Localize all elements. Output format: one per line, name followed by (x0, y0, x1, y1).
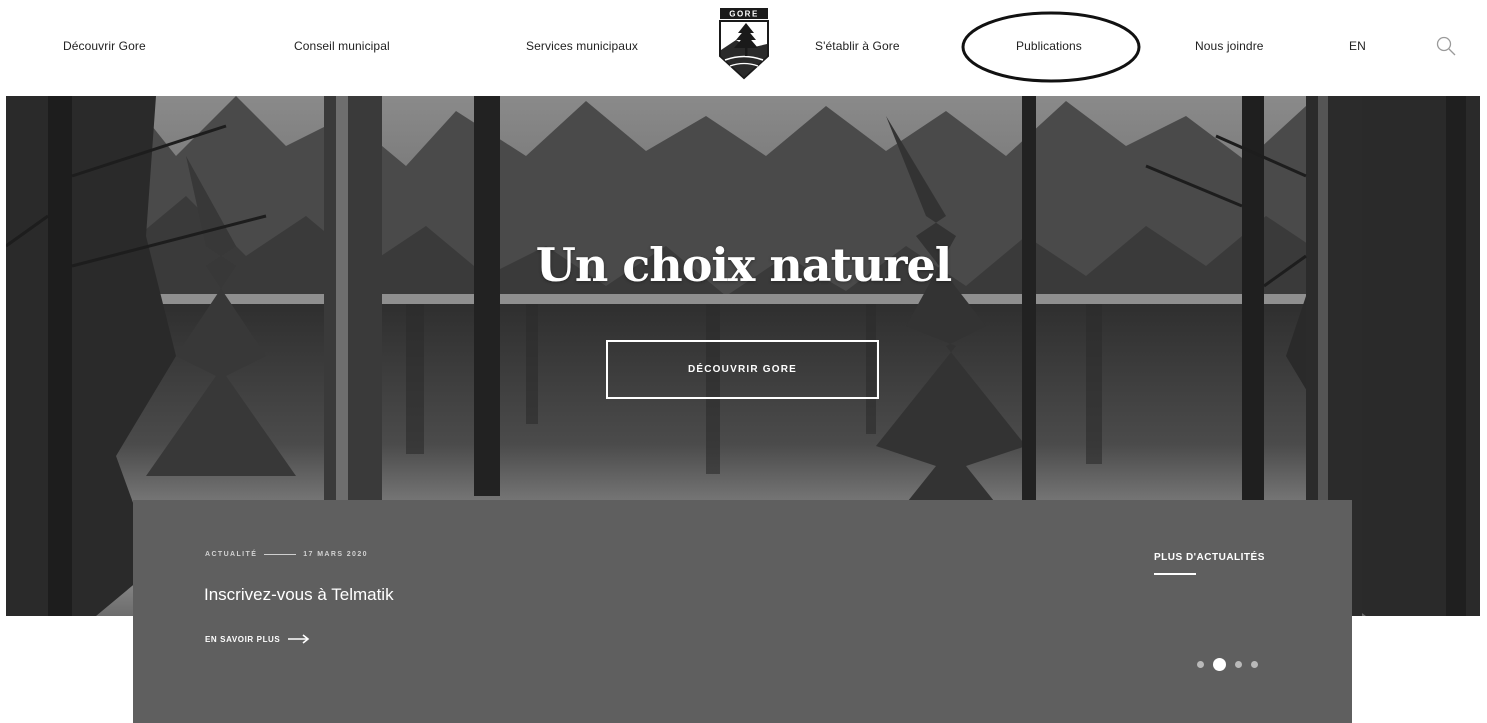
nav-decouvrir-gore[interactable]: Découvrir Gore (63, 39, 146, 53)
carousel-dots (1197, 658, 1258, 671)
carousel-dot-2[interactable] (1213, 658, 1226, 671)
news-date: 17 MARS 2020 (303, 551, 368, 558)
nav-s-etablir-a-gore[interactable]: S'établir à Gore (815, 39, 900, 53)
nav-conseil-municipal[interactable]: Conseil municipal (294, 39, 390, 53)
arrow-right-icon (288, 634, 310, 644)
more-news-link[interactable]: PLUS D'ACTUALITÉS (1154, 552, 1265, 563)
carousel-dot-4[interactable] (1251, 661, 1258, 668)
discover-gore-button[interactable]: DÉCOUVRIR GORE (606, 340, 879, 399)
language-switch[interactable]: EN (1349, 39, 1366, 53)
more-news-underline (1154, 573, 1196, 575)
news-title[interactable]: Inscrivez-vous à Telmatik (204, 585, 394, 605)
read-more-label: EN SAVOIR PLUS (205, 634, 281, 644)
news-meta: ACTUALITÉ 17 MARS 2020 (205, 551, 368, 558)
nav-nous-joindre[interactable]: Nous joindre (1195, 39, 1264, 53)
read-more-link[interactable]: EN SAVOIR PLUS (205, 634, 310, 644)
news-category: ACTUALITÉ (205, 551, 258, 558)
carousel-dot-1[interactable] (1197, 661, 1204, 668)
logo-text: GORE (729, 10, 759, 19)
nav-publications[interactable]: Publications (1016, 39, 1082, 53)
site-header: Découvrir Gore Conseil municipal Service… (0, 0, 1487, 96)
gore-logo[interactable]: GORE (716, 6, 772, 82)
nav-services-municipaux[interactable]: Services municipaux (526, 39, 638, 53)
search-icon[interactable] (1434, 34, 1458, 58)
news-panel: ACTUALITÉ 17 MARS 2020 Inscrivez-vous à … (133, 500, 1352, 723)
carousel-dot-3[interactable] (1235, 661, 1242, 668)
meta-divider (264, 554, 297, 555)
hero-title: Un choix naturel (535, 238, 953, 292)
